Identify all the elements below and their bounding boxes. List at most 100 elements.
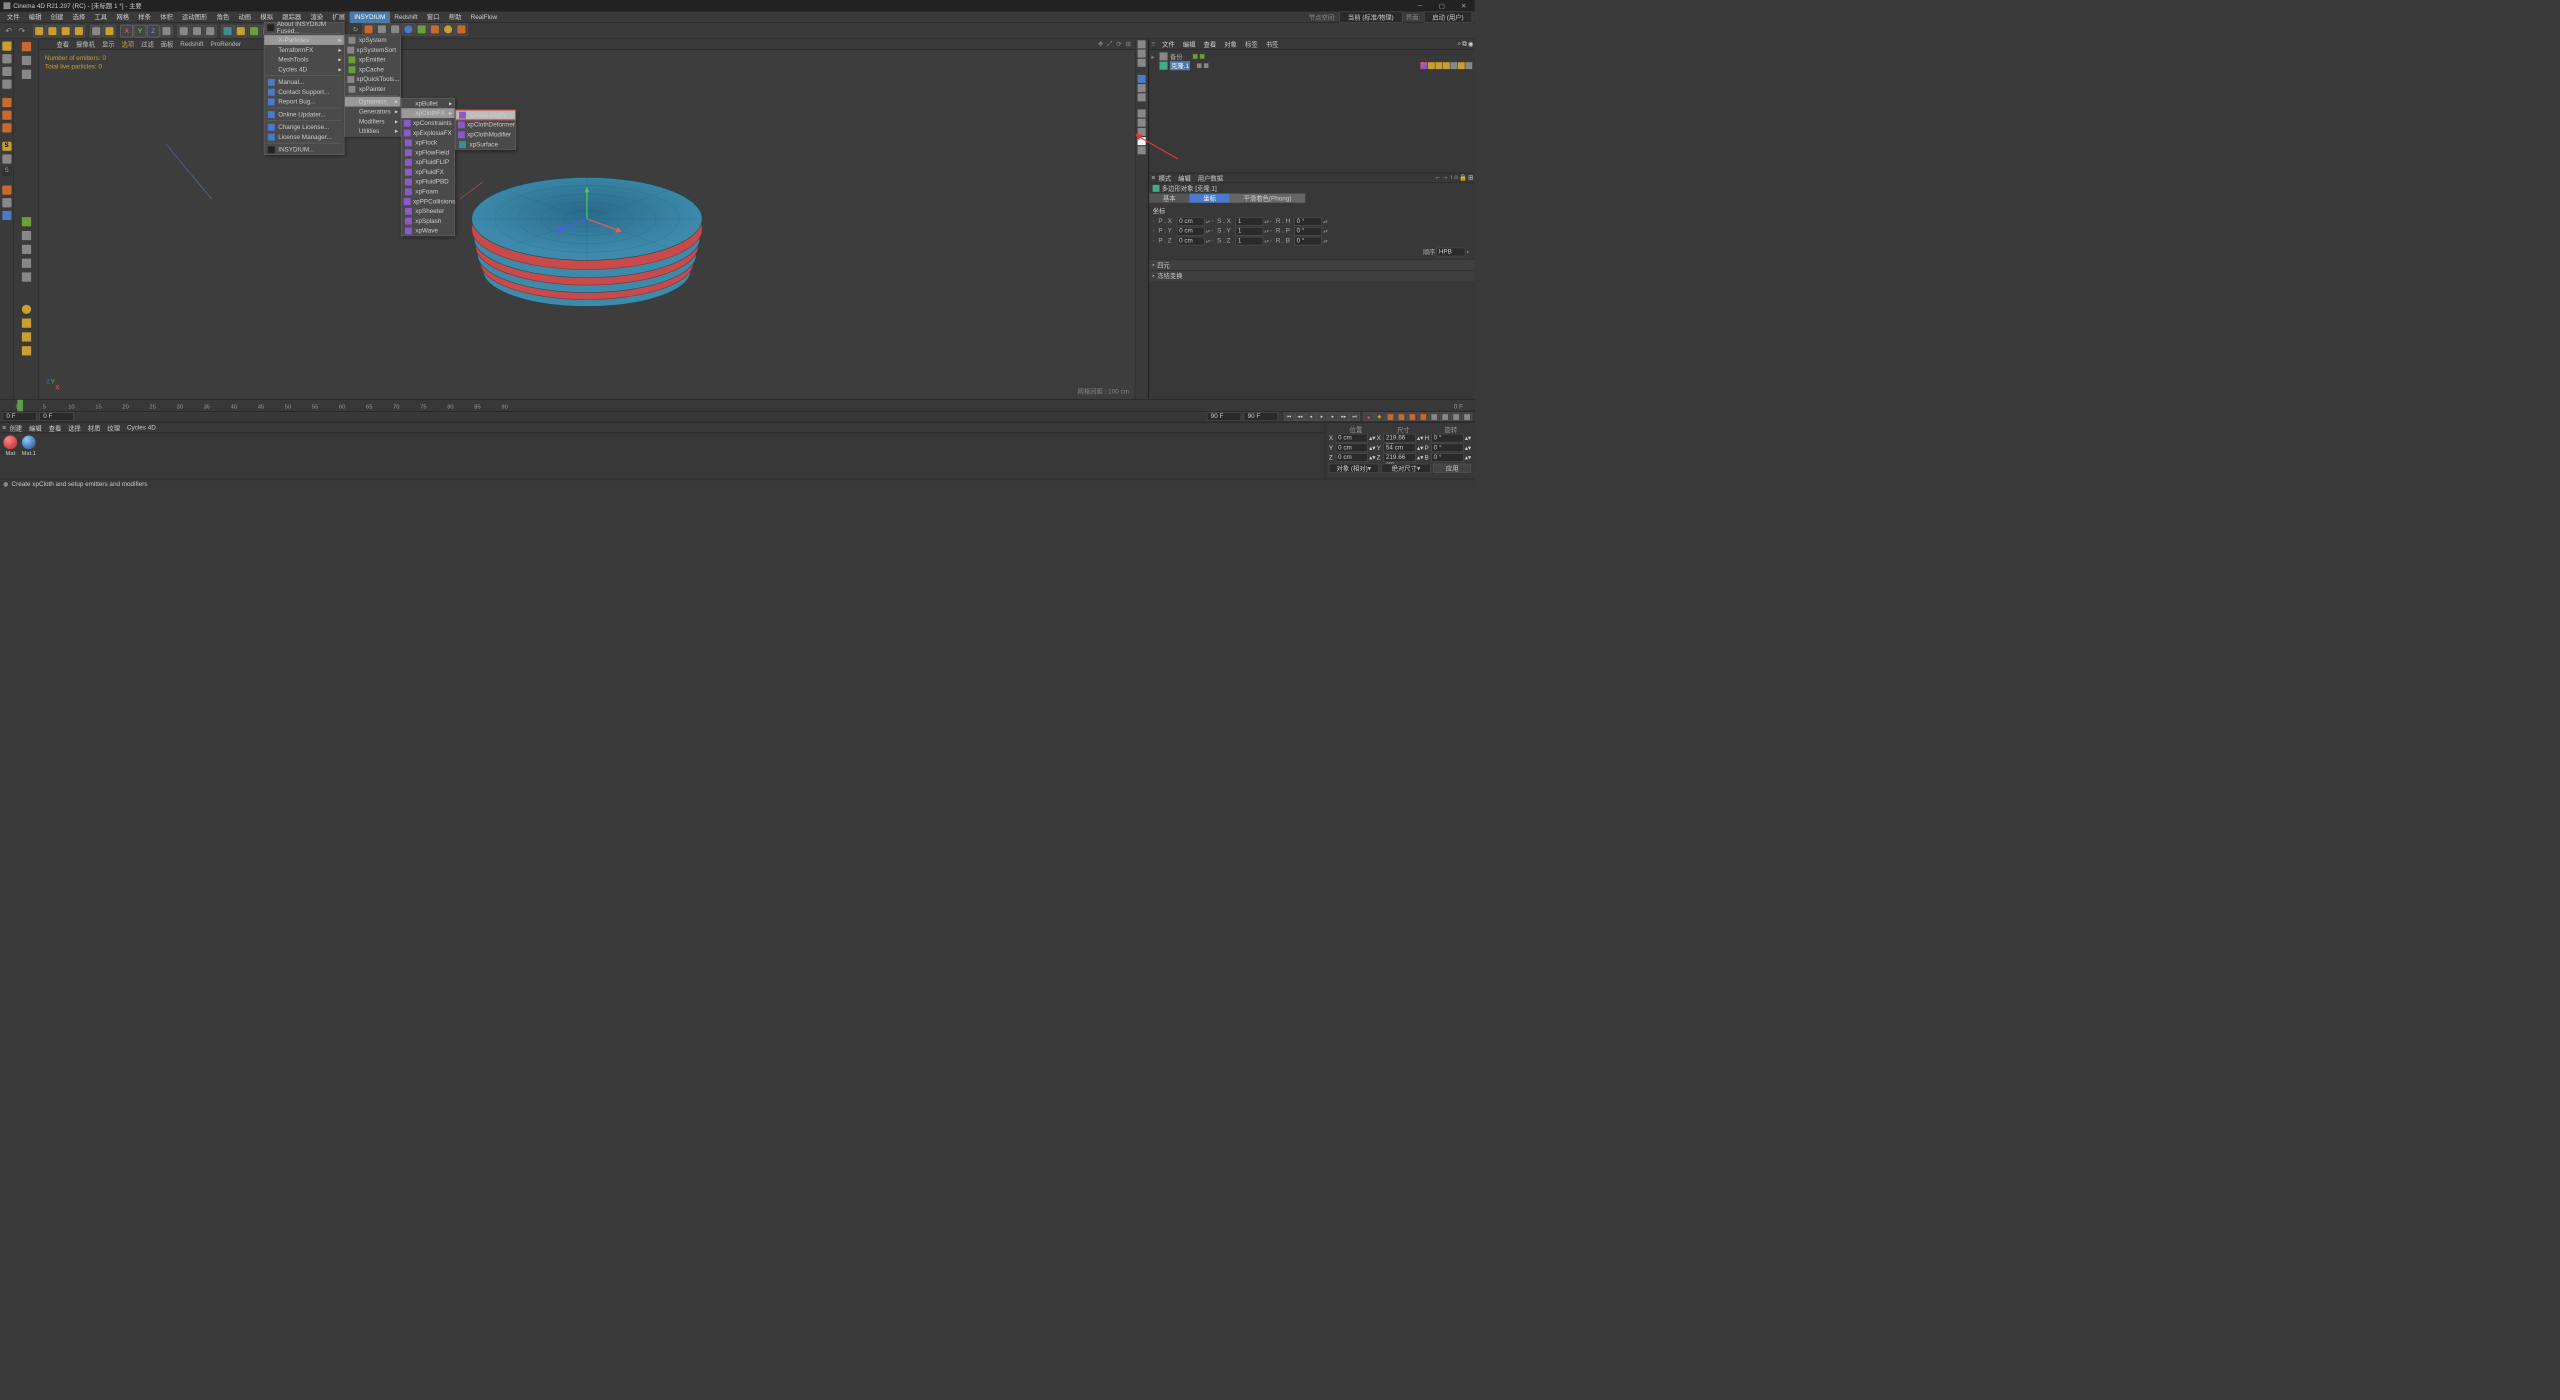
tb-ic5[interactable] — [415, 23, 428, 36]
menu-xpclothdeformer[interactable]: xpClothDeformer — [456, 120, 516, 130]
rb-7[interactable] — [1138, 109, 1146, 117]
redo-button[interactable]: ↷ — [16, 24, 29, 37]
order-dropdown-icon[interactable]: ▾ — [1466, 250, 1471, 254]
menu-updater[interactable]: Online Updater... — [264, 109, 343, 119]
lock-icon[interactable]: 🔒 — [1459, 174, 1467, 181]
menu-xpclothmodifier[interactable]: xpClothModifier — [456, 130, 516, 140]
menu-utilities[interactable]: Utilities▸ — [345, 126, 400, 136]
menu-about[interactable]: About INSYDIUM Fused... — [264, 22, 343, 32]
axis-z[interactable]: Z — [147, 24, 160, 37]
menu-create[interactable]: 创建 — [46, 11, 68, 23]
snap-s2[interactable]: S — [1, 166, 13, 178]
tb-ic6[interactable] — [429, 23, 442, 36]
vp-display[interactable]: 显示 — [98, 39, 118, 48]
coord-input[interactable]: 1 — [1236, 217, 1264, 226]
cp-input[interactable]: 54 cm — [1384, 444, 1416, 453]
tool-misc2[interactable] — [103, 24, 116, 37]
coord-input[interactable]: 1 — [1236, 227, 1264, 236]
menu-xpsplash[interactable]: xpSplash — [401, 216, 454, 226]
mode-poly[interactable] — [1, 122, 13, 134]
vis-dot[interactable] — [1193, 54, 1198, 59]
viewport-object-disc[interactable] — [463, 150, 711, 334]
rb-3[interactable] — [1138, 59, 1146, 67]
menu-select[interactable]: 选择 — [68, 11, 90, 23]
nav-back-icon[interactable]: ← — [1435, 174, 1441, 181]
tl-nextkey[interactable]: ▸▸ — [1339, 412, 1349, 421]
t2-e[interactable] — [20, 229, 33, 242]
menu-manual[interactable]: Manual... — [264, 77, 343, 87]
render-settings[interactable] — [204, 24, 217, 37]
tl-prev[interactable]: ◂ — [1306, 412, 1316, 421]
menu-volume[interactable]: 体积 — [156, 11, 178, 23]
render-region[interactable] — [191, 24, 204, 37]
tl-end1[interactable]: 90 F — [1207, 412, 1242, 421]
menu-terraformfx[interactable]: TerraformFX▸ — [264, 45, 343, 55]
attr-quaternion[interactable]: ▸四元 — [1149, 259, 1474, 270]
menu-generators[interactable]: Generators▸ — [345, 107, 400, 117]
attr-freeze[interactable]: ▸冻结变换 — [1149, 270, 1474, 281]
menu-dynamics[interactable]: Dynamics▸ — [345, 97, 400, 107]
menu-xpfluidfx[interactable]: xpFluidFX — [401, 167, 454, 177]
cp-input[interactable]: 0 ° — [1431, 444, 1463, 453]
tool-c[interactable] — [1, 210, 13, 222]
menu-spline[interactable]: 样条 — [134, 11, 156, 23]
t2-nav4[interactable] — [20, 344, 33, 357]
menu-xpflock[interactable]: xpFlock — [401, 138, 454, 148]
axis-w[interactable] — [160, 24, 173, 37]
cp-mode-select[interactable]: 对象 (相对) ▾ — [1329, 464, 1379, 473]
mat-texture[interactable]: 纹理 — [104, 423, 124, 432]
mat-select[interactable]: 选择 — [65, 423, 85, 432]
rb-4[interactable] — [1138, 75, 1146, 83]
layout-value[interactable]: 启动 (用户) — [1424, 11, 1473, 23]
menu-xpquicktools[interactable]: xpQuickTools... — [345, 74, 400, 84]
cp-input[interactable]: 219.66 cm — [1384, 434, 1416, 443]
tl-last[interactable]: ⏭ — [1350, 412, 1360, 421]
menu-insydium-link[interactable]: INSYDIUM... — [264, 145, 343, 155]
menu-xppainter[interactable]: xpPainter — [345, 84, 400, 94]
generator[interactable] — [248, 24, 261, 37]
coord-input[interactable]: 0 cm — [1177, 236, 1205, 245]
om-objects[interactable]: 对象 — [1221, 39, 1241, 48]
nodespace-value[interactable]: 当前 (标准/物理) — [1339, 11, 1402, 23]
t2-nav1[interactable] — [20, 303, 33, 316]
menu-xpsystem[interactable]: xpSystem — [345, 35, 400, 45]
cp-apply-button[interactable]: 应用 — [1433, 464, 1471, 473]
om-search-icon[interactable]: ⌕ — [1457, 40, 1461, 47]
menu-create-cloth[interactable]: Create Cloth — [456, 110, 516, 120]
tab-phong[interactable]: 平滑着色(Phong) — [1230, 193, 1306, 202]
menu-window[interactable]: 窗口 — [422, 11, 444, 23]
t2-h[interactable] — [20, 271, 33, 284]
menu-support[interactable]: Contact Support... — [264, 87, 343, 97]
t2-d[interactable] — [20, 215, 33, 228]
mat-create[interactable]: 创建 — [6, 423, 26, 432]
mat-material[interactable]: 材质 — [84, 423, 104, 432]
vp-options[interactable]: 选项 — [118, 39, 138, 48]
vp-nav-icon[interactable]: ✥ — [1098, 40, 1106, 48]
tl-current[interactable]: 0 F — [39, 412, 74, 421]
mode-object[interactable] — [1, 53, 13, 65]
tag-phong[interactable] — [1420, 62, 1427, 69]
mode-workplane[interactable] — [1, 78, 13, 90]
vis-dot2[interactable] — [1204, 63, 1209, 68]
mat-edit[interactable]: 编辑 — [26, 423, 46, 432]
om-edit[interactable]: 编辑 — [1179, 39, 1199, 48]
vis-dot2[interactable] — [1200, 54, 1205, 59]
tl-opt1[interactable] — [1440, 412, 1450, 421]
primitive-cube[interactable] — [221, 24, 234, 37]
t2-nav3[interactable] — [20, 331, 33, 344]
minimize-button[interactable]: ─ — [1409, 0, 1431, 12]
tag-mat1[interactable] — [1450, 62, 1457, 69]
object-tree[interactable]: ▸ 备份 克隆.1 — [1149, 50, 1474, 173]
render-view[interactable] — [177, 24, 190, 37]
t2-a[interactable] — [20, 40, 33, 53]
tree-row-clone[interactable]: 克隆.1 — [1151, 61, 1472, 70]
coord-input[interactable]: 0 ° — [1294, 217, 1322, 226]
nav-fwd-icon[interactable]: → — [1442, 174, 1448, 181]
menu-xpexplosiafx[interactable]: xpExplosiaFX — [401, 128, 454, 138]
tb-ic8[interactable] — [455, 23, 468, 36]
cp-input[interactable]: 219.66 cm — [1384, 453, 1416, 462]
menu-xpsheeter[interactable]: xpSheeter — [401, 206, 454, 216]
attr-mode[interactable]: 模式 — [1155, 173, 1175, 182]
vp-view[interactable]: 查看 — [53, 39, 73, 48]
menu-meshtools[interactable]: MeshTools▸ — [264, 55, 343, 65]
